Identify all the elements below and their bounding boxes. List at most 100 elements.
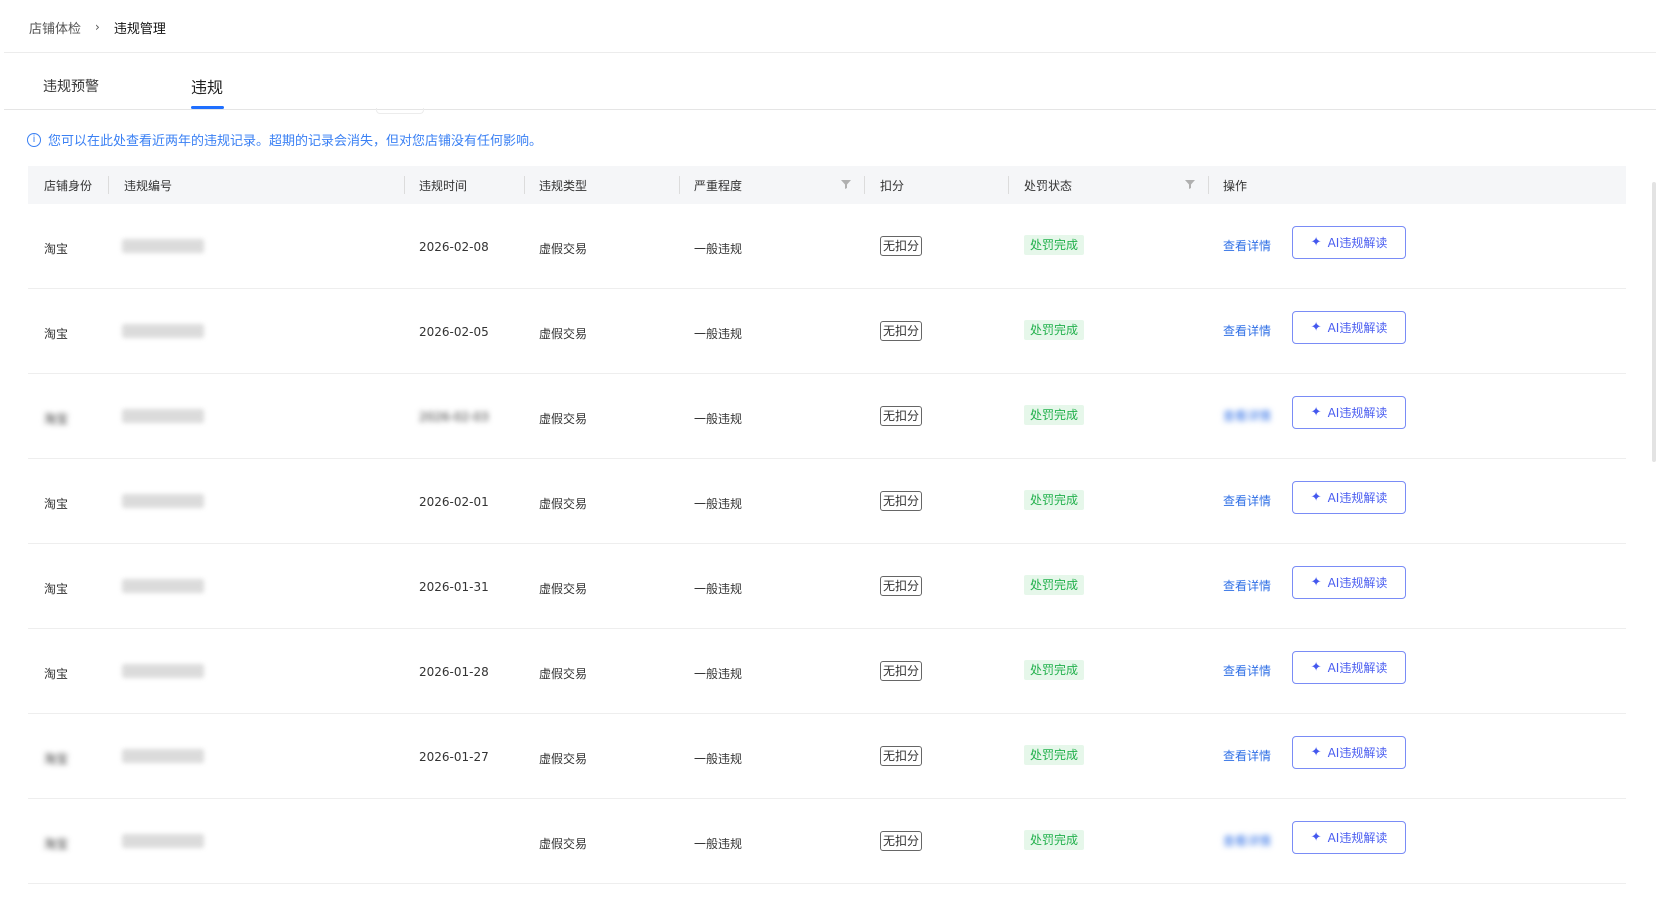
ai-button-label: AI违规解读	[1327, 576, 1388, 590]
table-row: 淘宝 2026-02-05 虚假交易 一般违规 无扣分 处罚完成 查看详情 ✦ A…	[28, 289, 1626, 374]
col-header-actions: 操作	[1223, 179, 1248, 193]
redacted-id	[122, 749, 204, 763]
points-tag: 无扣分	[880, 746, 923, 766]
severity-cell: 一般违规	[694, 582, 743, 596]
redacted-id	[122, 324, 204, 338]
severity-cell: 一般违规	[694, 752, 743, 766]
status-badge: 处罚完成	[1024, 830, 1085, 850]
active-tab-indicator	[191, 106, 224, 109]
status-badge: 处罚完成	[1024, 660, 1085, 680]
type-cell: 虚假交易	[539, 497, 588, 511]
col-header-type: 违规类型	[539, 179, 588, 193]
type-cell: 虚假交易	[539, 327, 588, 341]
filter-icon[interactable]	[840, 178, 852, 190]
sparkle-icon: ✦	[1310, 745, 1322, 760]
view-detail-link[interactable]: 查看详情	[1223, 237, 1271, 254]
time-cell: 2026-01-27	[419, 750, 489, 764]
time-cell: 2026-02-08	[419, 240, 489, 254]
shop-cell: 淘宝	[44, 837, 69, 851]
ai-interpret-button[interactable]: ✦ AI违规解读	[1292, 311, 1406, 344]
ai-interpret-button[interactable]: ✦ AI违规解读	[1292, 396, 1406, 429]
ai-interpret-button[interactable]: ✦ AI违规解读	[1292, 566, 1406, 599]
ai-button-label: AI违规解读	[1327, 661, 1388, 675]
table-row: 淘宝 2026-02-03 虚假交易 一般违规 无扣分 处罚完成 查看详情 ✦ A…	[28, 374, 1626, 459]
shop-cell: 淘宝	[44, 412, 69, 426]
col-header-shop: 店铺身份	[44, 179, 93, 193]
ai-interpret-button[interactable]: ✦ AI违规解读	[1292, 481, 1406, 514]
time-cell: 2026-02-03	[419, 410, 489, 424]
column-divider	[524, 176, 525, 194]
ai-button-label: AI违规解读	[1327, 831, 1388, 845]
sparkle-icon: ✦	[1310, 490, 1322, 505]
info-icon: i	[27, 132, 41, 147]
chevron-right-icon: ›	[95, 20, 100, 34]
status-badge: 处罚完成	[1024, 235, 1085, 255]
redacted-id	[122, 664, 204, 678]
ai-interpret-button[interactable]: ✦ AI违规解读	[1292, 226, 1406, 259]
severity-cell: 一般违规	[694, 837, 743, 851]
points-tag: 无扣分	[880, 236, 923, 256]
filter-icon[interactable]	[1184, 178, 1196, 190]
tab-bar: 违规预警 违规	[4, 58, 1656, 114]
col-header-severity: 严重程度	[694, 179, 743, 193]
points-tag: 无扣分	[880, 321, 923, 341]
tab-violation[interactable]: 违规	[191, 74, 223, 98]
shop-cell: 淘宝	[44, 497, 69, 511]
shop-cell: 淘宝	[44, 582, 69, 596]
status-badge: 处罚完成	[1024, 405, 1085, 425]
points-tag: 无扣分	[880, 406, 923, 426]
shop-cell: 淘宝	[44, 667, 69, 681]
status-badge: 处罚完成	[1024, 575, 1085, 595]
view-detail-link[interactable]: 查看详情	[1223, 832, 1271, 849]
column-divider	[1008, 176, 1009, 194]
breadcrumb-parent[interactable]: 店铺体检	[29, 18, 81, 37]
status-badge: 处罚完成	[1024, 490, 1085, 510]
col-header-time: 违规时间	[419, 179, 468, 193]
points-tag: 无扣分	[880, 831, 923, 851]
view-detail-link[interactable]: 查看详情	[1223, 662, 1271, 679]
redacted-id	[122, 409, 204, 423]
ai-interpret-button[interactable]: ✦ AI违规解读	[1292, 821, 1406, 854]
view-detail-link[interactable]: 查看详情	[1223, 747, 1271, 764]
severity-cell: 一般违规	[694, 667, 743, 681]
ai-interpret-button[interactable]: ✦ AI违规解读	[1292, 651, 1406, 684]
type-cell: 虚假交易	[539, 582, 588, 596]
redacted-id	[122, 834, 204, 848]
column-divider	[404, 176, 405, 194]
table-row: 淘宝 2026-02-01 虚假交易 一般违规 无扣分 处罚完成 查看详情 ✦ A…	[28, 459, 1626, 544]
time-cell: 2026-01-31	[419, 580, 489, 594]
view-detail-link[interactable]: 查看详情	[1223, 492, 1271, 509]
type-cell: 虚假交易	[539, 837, 588, 851]
table-header: 店铺身份 违规编号 违规时间 违规类型 严重程度 扣分 处罚状态 操作	[28, 166, 1626, 204]
shop-cell: 淘宝	[44, 752, 69, 766]
time-cell: 2026-01-28	[419, 665, 489, 679]
points-tag: 无扣分	[880, 491, 923, 511]
ai-button-label: AI违规解读	[1327, 236, 1388, 250]
table-row: 淘宝 2026-02-08 虚假交易 一般违规 无扣分 处罚完成 查看详情 ✦ A…	[28, 204, 1626, 289]
breadcrumb: 店铺体检 › 违规管理	[29, 18, 166, 37]
notice-text: 您可以在此处查看近两年的违规记录。超期的记录会消失，但对您店铺没有任何影响。	[48, 134, 543, 149]
status-badge: 处罚完成	[1024, 745, 1085, 765]
tab-violation-warning[interactable]: 违规预警	[43, 76, 99, 96]
severity-cell: 一般违规	[694, 497, 743, 511]
violation-table: 店铺身份 违规编号 违规时间 违规类型 严重程度 扣分 处罚状态 操作 淘宝 2…	[28, 166, 1626, 884]
column-divider	[108, 176, 109, 194]
view-detail-link[interactable]: 查看详情	[1223, 577, 1271, 594]
type-cell: 虚假交易	[539, 667, 588, 681]
time-cell: 2026-02-01	[419, 495, 489, 509]
ai-interpret-button[interactable]: ✦ AI违规解读	[1292, 736, 1406, 769]
col-header-id: 违规编号	[124, 179, 173, 193]
time-cell: 2026-02-05	[419, 325, 489, 339]
ai-button-label: AI违规解读	[1327, 406, 1388, 420]
breadcrumb-current: 违规管理	[113, 21, 166, 37]
type-cell: 虚假交易	[539, 412, 588, 426]
severity-cell: 一般违规	[694, 412, 743, 426]
view-detail-link[interactable]: 查看详情	[1223, 322, 1271, 339]
redacted-id	[122, 239, 204, 253]
scrollbar[interactable]	[1652, 182, 1656, 462]
type-cell: 虚假交易	[539, 242, 588, 256]
ai-button-label: AI违规解读	[1327, 491, 1388, 505]
redacted-id	[122, 579, 204, 593]
view-detail-link[interactable]: 查看详情	[1223, 407, 1271, 424]
points-tag: 无扣分	[880, 661, 923, 681]
